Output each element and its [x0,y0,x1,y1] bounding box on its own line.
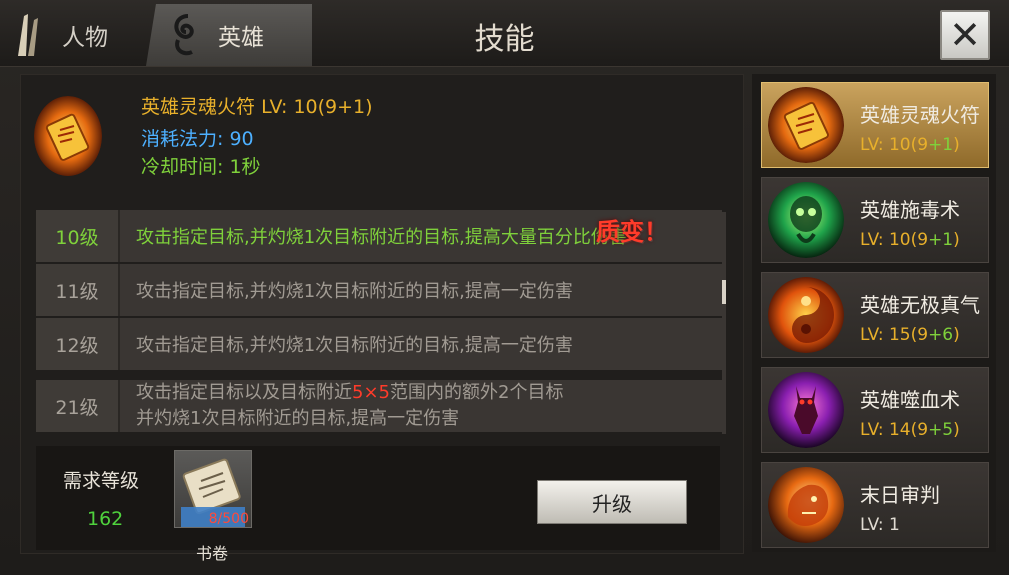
selected-skill-title: 英雄灵魂火符 LV: 10(9+1) [141,92,373,119]
close-button[interactable]: ✕ [940,10,990,60]
skill-list-name: 英雄施毒术 [860,198,960,222]
taiji-fire-icon [768,277,844,353]
scroll-item-label: 书卷 [196,544,229,563]
level-base: LV: 10(9 [860,230,929,250]
window-title: 技能 [474,22,535,57]
level-desc-line: 并灼烧1次目标附近的目标,提高一定伤害 [136,408,460,429]
skill-list-level: LV: 10(9+1) [860,230,960,250]
skill-list-level: LV: 1 [860,515,900,535]
window-header: 人物 英雄 技能 ✕ [0,0,1009,67]
level-row: 11级 攻击指定目标,并灼烧1次目标附近的目标,提高一定伤害 [36,264,722,316]
mutation-badge: 质变！ [596,218,668,246]
selected-skill-level: LV: 10(9+1) [261,96,373,118]
close-icon: ✕ [949,13,981,57]
selected-skill-name: 英雄灵魂火符 [141,96,256,118]
level-base: LV: 14(9 [860,420,929,440]
skill-list-level: LV: 14(9+5) [860,420,960,440]
scroll-item-slot[interactable]: 8/500 [174,450,252,528]
fire-lion-icon [768,467,844,543]
scroll-count: 8/500 [208,511,249,527]
level-bonus: +1 [928,135,954,155]
level-base: LV: 10(9 [860,135,929,155]
skill-list-name: 英雄噬血术 [860,388,960,412]
scrollbar-track[interactable] [722,212,726,434]
level-base: LV: 15(9 [860,325,929,345]
level-bonus: +5 [928,420,954,440]
level-desc-line: 攻击指定目标以及目标附近5×5范围内的额外2个目标 [136,380,563,406]
level-bonus: +1 [928,230,954,250]
level-desc: 攻击指定目标,并灼烧1次目标附近的目标,提高一定伤害 [136,335,573,356]
level-desc: 攻击指定目标,并灼烧1次目标附近的目标,提高一定伤害 [136,281,573,302]
skill-list-item[interactable]: 末日审判 LV: 1 [761,462,989,548]
mana-cost: 消耗法力: 90 [141,128,254,150]
skill-list-level: LV: 15(9+6) [860,325,960,345]
poison-skull-icon [768,182,844,258]
level-desc: 攻击指定目标以及目标附近5×5范围内的额外2个目标 并灼烧1次目标附近的目标,提… [136,380,722,432]
level-close: ) [953,135,960,155]
desc-text: 范围内的额外2个目标 [390,382,564,403]
skill-list-item[interactable]: 英雄无极真气 LV: 15(9+6) [761,272,989,358]
level-label: 11级 [36,264,120,316]
required-level-value: 162 [87,508,124,530]
level-label: 21级 [36,380,120,432]
blood-demon-icon [768,372,844,448]
level-label: 12级 [36,318,120,370]
level-row: 21级 攻击指定目标以及目标附近5×5范围内的额外2个目标 并灼烧1次目标附近的… [36,380,722,432]
fire-talisman-icon [768,87,844,163]
desc-text: 攻击指定目标以及目标附近 [136,382,352,403]
level-close: ) [953,230,960,250]
scrollbar-thumb[interactable] [722,280,726,304]
skill-list-item[interactable]: 英雄噬血术 LV: 14(9+5) [761,367,989,453]
level-row: 12级 攻击指定目标,并灼烧1次目标附近的目标,提高一定伤害 [36,318,722,370]
skill-list-item[interactable]: 英雄灵魂火符 LV: 10(9+1) [761,82,989,168]
level-close: ) [953,420,960,440]
level-label: 10级 [36,210,120,262]
skill-list-name: 英雄无极真气 [860,293,980,317]
skill-list-item[interactable]: 英雄施毒术 LV: 10(9+1) [761,177,989,263]
cooldown: 冷却时间: 1秒 [141,156,261,178]
upgrade-button[interactable]: 升级 [537,480,687,524]
level-base: LV: 1 [860,515,900,535]
level-close: ) [953,325,960,345]
required-level-label: 需求等级 [63,470,140,492]
desc-highlight: 5×5 [352,382,390,403]
skill-list-name: 英雄灵魂火符 [860,103,980,127]
skill-list-level: LV: 10(9+1) [860,135,960,155]
fire-talisman-icon [34,96,102,176]
level-bonus: +6 [928,325,954,345]
skill-list-name: 末日审判 [860,483,940,507]
